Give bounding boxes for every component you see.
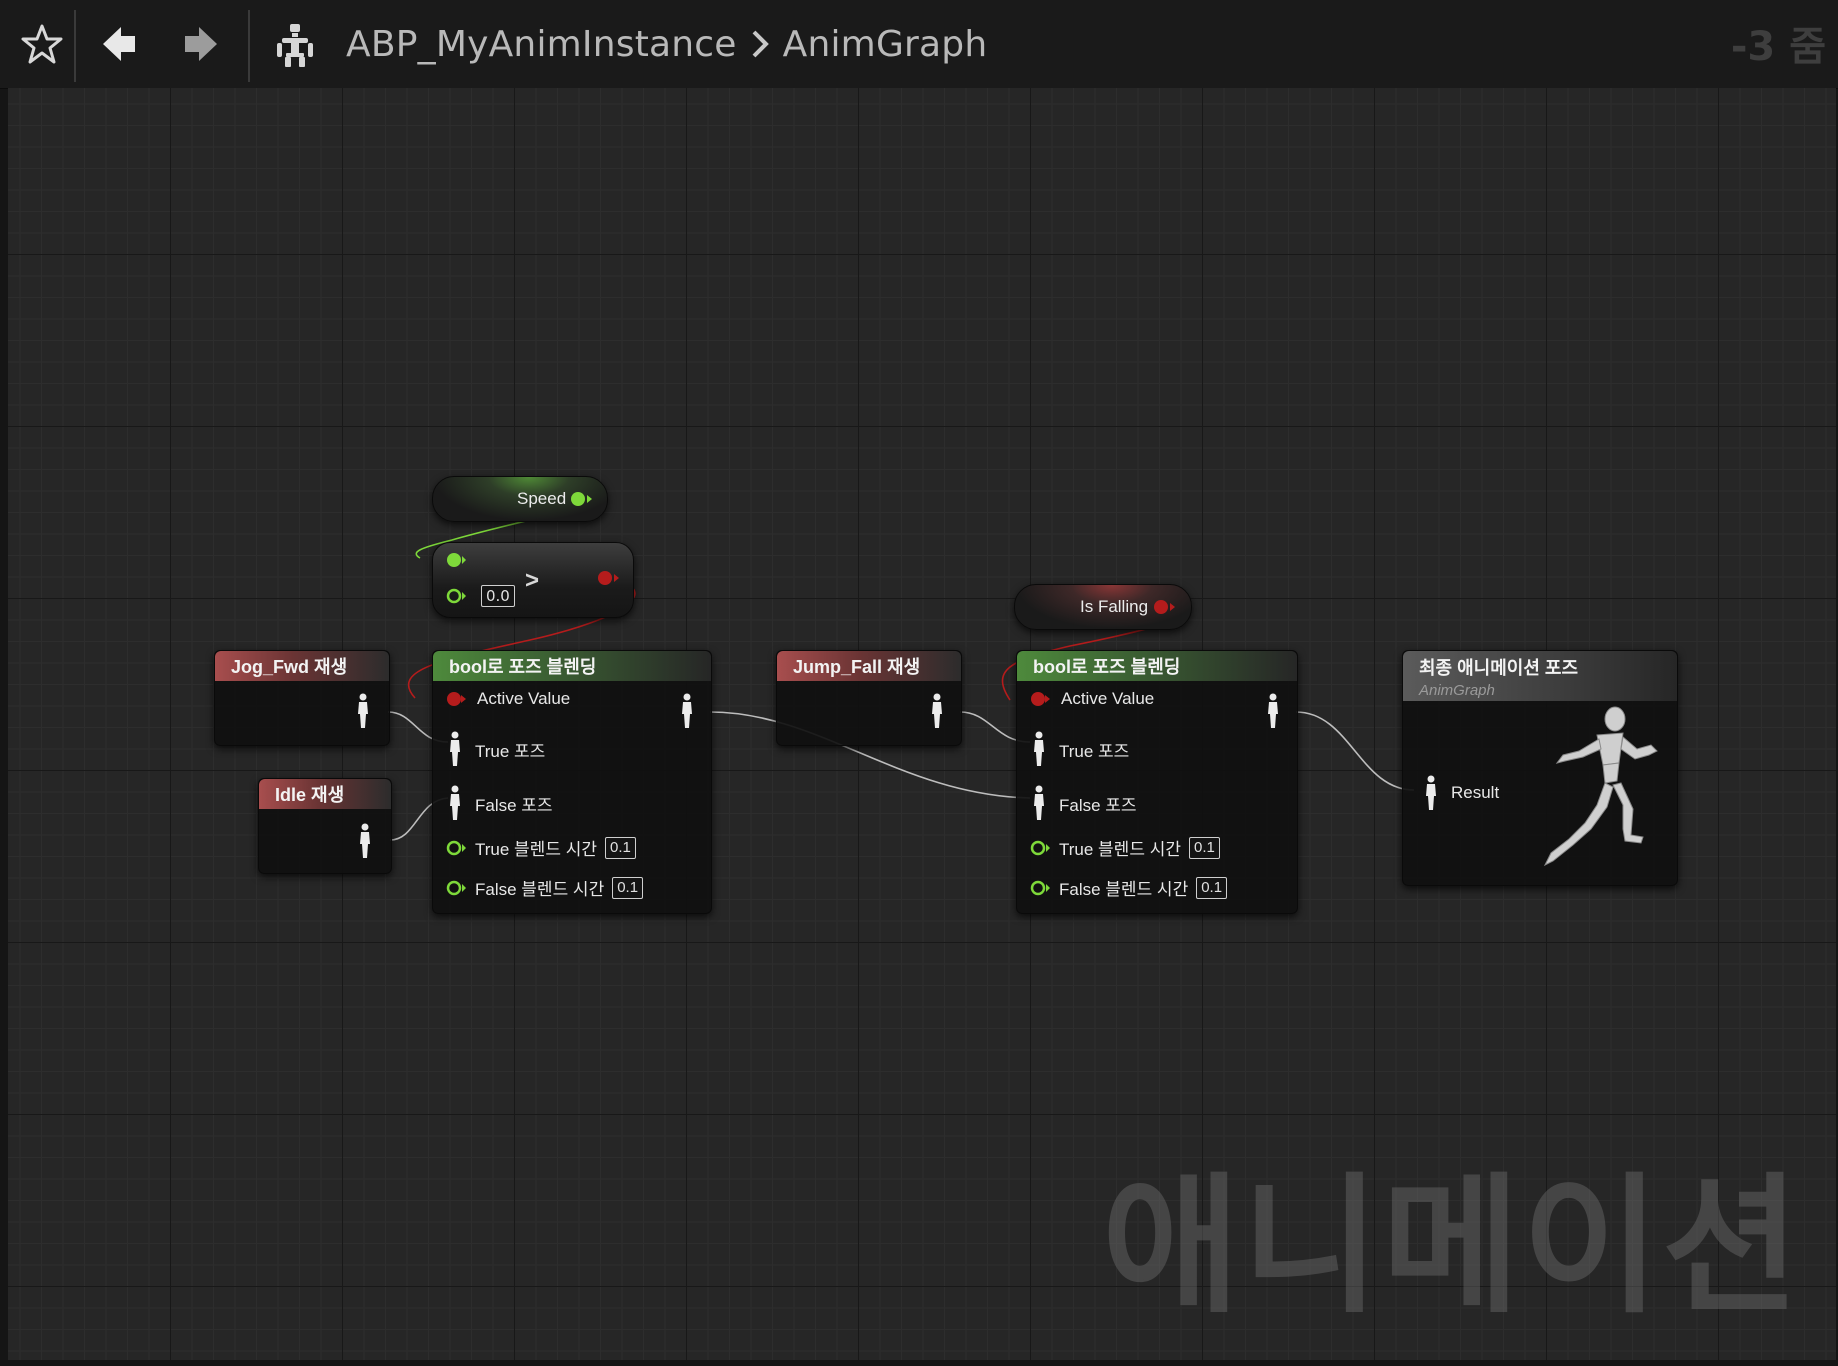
false-pose-pin-row[interactable]: False 포즈: [1031, 785, 1137, 821]
breadcrumb: ABP_MyAnimInstance AnimGraph: [346, 18, 987, 70]
pin-label: True 블렌드 시간: [1059, 840, 1181, 859]
true-blend-time-value[interactable]: 0.1: [1188, 836, 1220, 859]
pin-label: True 포즈: [1059, 741, 1130, 761]
false-blend-time-value[interactable]: 0.1: [1196, 876, 1228, 899]
true-blend-time-pin-row[interactable]: True 블렌드 시간 0.1: [445, 835, 636, 860]
float-input-pin-b[interactable]: [445, 587, 467, 605]
blend-poses-by-bool-node-1[interactable]: bool로 포즈 블렌딩 Active Value True 포즈 False …: [432, 650, 712, 914]
pin-label: Active Value: [477, 689, 571, 708]
node-title: bool로 포즈 블렌딩: [1017, 651, 1297, 681]
node-title: Idle 재생: [259, 779, 391, 809]
node-header: 최종 애니메이션 포즈 AnimGraph: [1403, 651, 1677, 701]
bool-output-pin[interactable]: [1151, 598, 1177, 616]
is-falling-variable-node[interactable]: Is Falling: [1014, 584, 1192, 630]
is-falling-label: Is Falling: [1080, 597, 1149, 616]
chevron-right-icon: [749, 27, 771, 61]
breadcrumb-asset[interactable]: ABP_MyAnimInstance: [346, 24, 737, 65]
pose-input-pin-icon[interactable]: [447, 785, 463, 821]
speed-variable-node[interactable]: Speed: [432, 476, 608, 522]
pose-input-pin-icon[interactable]: [447, 731, 463, 767]
watermark-text: 애니메이션: [1101, 1160, 1802, 1334]
pose-input-pin-icon[interactable]: [1031, 785, 1047, 821]
pin-label: False 블렌드 시간: [475, 880, 605, 899]
arrow-right-icon[interactable]: [178, 22, 222, 66]
node-title: Jump_Fall 재생: [777, 651, 961, 681]
arrow-left-icon[interactable]: [98, 22, 142, 66]
false-blend-time-pin-row[interactable]: False 블렌드 시간 0.1: [445, 875, 644, 900]
pin-label: False 블렌드 시간: [1059, 880, 1189, 899]
bool-input-pin[interactable]: [1029, 690, 1051, 708]
sequence-player-jog-fwd-node[interactable]: Jog_Fwd 재생: [214, 650, 390, 746]
float-output-pin[interactable]: [569, 490, 593, 508]
pose-output-pin-icon[interactable]: [679, 693, 695, 729]
pin-label: Result: [1451, 783, 1500, 802]
pin-label: False 포즈: [1059, 795, 1137, 815]
true-pose-pin-row[interactable]: True 포즈: [447, 731, 545, 767]
pin-label: True 포즈: [475, 741, 546, 761]
false-blend-time-pin-row[interactable]: False 블렌드 시간 0.1: [1029, 875, 1228, 900]
breadcrumb-graph[interactable]: AnimGraph: [783, 24, 988, 65]
pose-output-pin-icon[interactable]: [355, 693, 371, 729]
toolbar-separator: [74, 10, 76, 82]
graph-toolbar: ABP_MyAnimInstance AnimGraph -3 줌: [0, 0, 1838, 89]
skeleton-icon: [270, 20, 320, 70]
bool-output-pin[interactable]: [595, 569, 621, 587]
float-input-pin[interactable]: [445, 839, 467, 857]
true-blend-time-value[interactable]: 0.1: [604, 836, 636, 859]
float-input-pin-a[interactable]: [445, 551, 467, 569]
float-input-pin[interactable]: [445, 879, 467, 897]
compare-greater-node[interactable]: 0.0 >: [432, 542, 634, 618]
running-mannequin-icon: [1543, 706, 1658, 867]
active-value-pin-row[interactable]: Active Value: [1029, 689, 1154, 709]
false-blend-time-value[interactable]: 0.1: [612, 876, 644, 899]
float-input-pin[interactable]: [1029, 839, 1051, 857]
true-blend-time-pin-row[interactable]: True 블렌드 시간 0.1: [1029, 835, 1220, 860]
active-value-pin-row[interactable]: Active Value: [445, 689, 570, 709]
compare-b-value[interactable]: 0.0: [481, 585, 515, 607]
output-pose-node[interactable]: 최종 애니메이션 포즈 AnimGraph Result: [1402, 650, 1678, 886]
node-title: Jog_Fwd 재생: [215, 651, 389, 681]
pin-label: True 블렌드 시간: [475, 840, 597, 859]
pose-output-pin-icon[interactable]: [1265, 693, 1281, 729]
pin-label: Active Value: [1061, 689, 1155, 708]
pin-label: False 포즈: [475, 795, 553, 815]
compare-operator: >: [525, 567, 540, 594]
true-pose-pin-row[interactable]: True 포즈: [1031, 731, 1129, 767]
false-pose-pin-row[interactable]: False 포즈: [447, 785, 553, 821]
node-title: 최종 애니메이션 포즈: [1419, 657, 1579, 678]
toolbar-separator: [248, 10, 250, 82]
pose-input-pin-icon[interactable]: [1031, 731, 1047, 767]
float-input-pin[interactable]: [1029, 879, 1051, 897]
pose-output-pin-icon[interactable]: [357, 823, 373, 859]
node-subtitle: AnimGraph: [1419, 681, 1495, 699]
zoom-level: -3 줌: [1730, 24, 1826, 70]
sequence-player-idle-node[interactable]: Idle 재생: [258, 778, 392, 874]
speed-label: Speed: [517, 489, 567, 508]
pose-input-pin-icon[interactable]: [1423, 775, 1439, 811]
sequence-player-jump-fall-node[interactable]: Jump_Fall 재생: [776, 650, 962, 746]
bool-input-pin[interactable]: [445, 690, 467, 708]
blend-poses-by-bool-node-2[interactable]: bool로 포즈 블렌딩 Active Value True 포즈 False …: [1016, 650, 1298, 914]
star-icon[interactable]: [20, 22, 64, 66]
result-pin-row[interactable]: Result: [1423, 775, 1499, 811]
pose-output-pin-icon[interactable]: [929, 693, 945, 729]
node-title: bool로 포즈 블렌딩: [433, 651, 711, 681]
